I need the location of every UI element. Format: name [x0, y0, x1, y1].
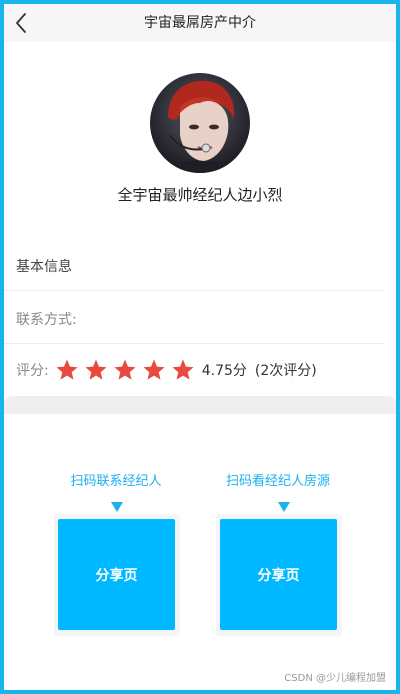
contact-qr-card[interactable]: 分享页	[54, 514, 180, 636]
agent-name: 全宇宙最帅经纪人边小烈	[117, 186, 283, 204]
back-arrow-icon[interactable]	[14, 12, 28, 34]
listings-qr-caption: 扫码看经纪人房源	[225, 474, 330, 489]
rating-count: (2次评分)	[254, 363, 317, 379]
rating-row: 评分: 4.75分 (2次评分)	[16, 356, 317, 384]
contact-qr-caption: 扫码联系经纪人	[70, 474, 162, 489]
star-icon	[172, 359, 194, 380]
star-icon	[56, 359, 78, 380]
divider	[4, 343, 384, 344]
listings-qr-share-page[interactable]: 分享页	[220, 519, 337, 630]
listings-qr-card[interactable]: 分享页	[216, 514, 342, 636]
divider	[4, 290, 384, 291]
down-arrow-icon	[278, 502, 290, 512]
star-icon	[143, 359, 165, 380]
contact-label: 联系方式:	[16, 312, 77, 328]
star-icon	[85, 359, 107, 380]
star-icon	[114, 359, 136, 380]
star-rating	[55, 358, 200, 382]
basic-info-heading: 基本信息	[16, 259, 72, 275]
section-separator	[4, 396, 396, 414]
agent-avatar	[150, 73, 250, 173]
top-nav-bar: 宇宙最屌房产中介	[4, 4, 396, 42]
page-title: 宇宙最屌房产中介	[144, 15, 256, 31]
watermark: CSDN @少儿编程加盟	[284, 673, 386, 684]
down-arrow-icon	[111, 502, 123, 512]
rating-label: 评分:	[16, 363, 49, 379]
contact-qr-share-page[interactable]: 分享页	[58, 519, 175, 630]
rating-score: 4.75分	[201, 363, 247, 379]
